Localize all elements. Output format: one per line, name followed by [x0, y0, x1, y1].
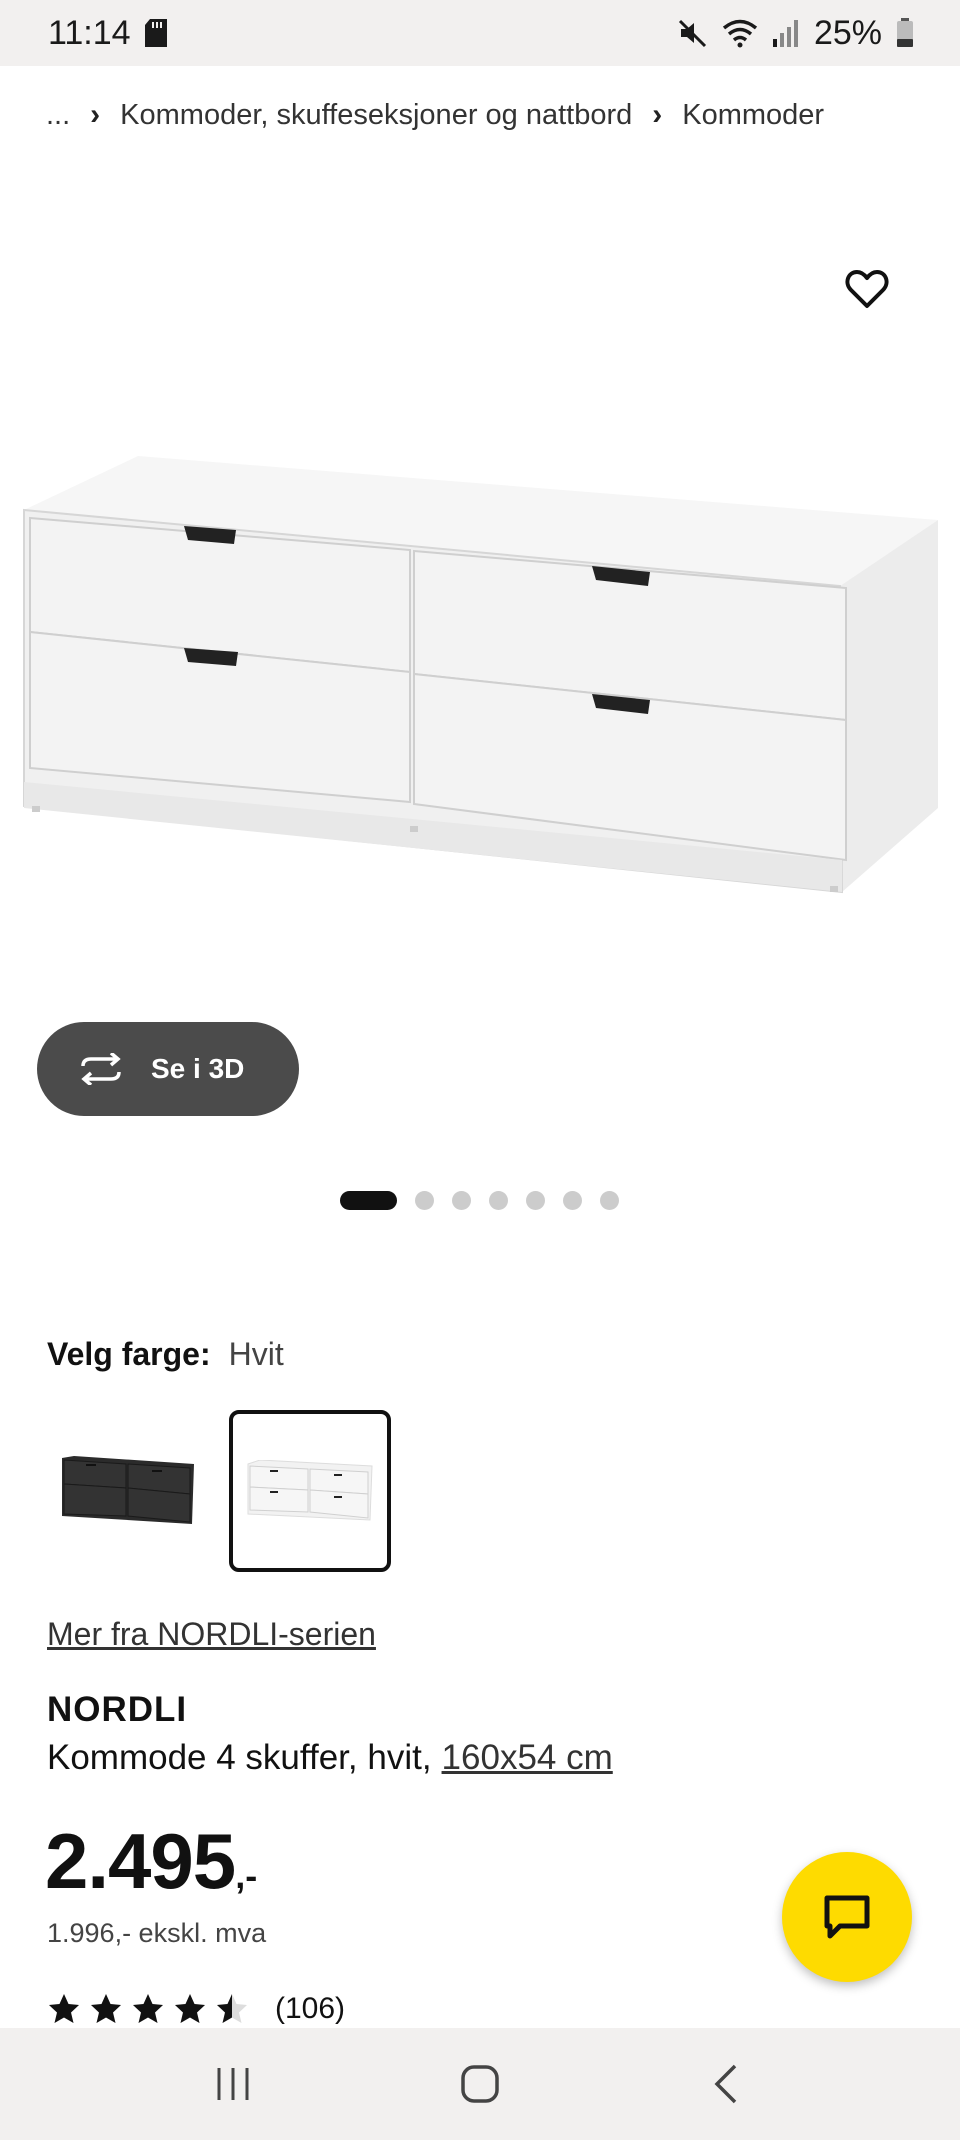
color-picker-heading: Velg farge: Hvit: [47, 1336, 284, 1373]
signal-icon: [772, 19, 800, 47]
view-in-3d-label: Se i 3D: [151, 1053, 245, 1084]
status-bar: 11:14 25%: [0, 0, 960, 66]
carousel-dot[interactable]: [526, 1190, 545, 1210]
breadcrumb-item-kommoder[interactable]: Kommoder: [682, 99, 824, 132]
chat-bubble-icon: [824, 1895, 870, 1939]
carousel-dot-active[interactable]: [340, 1190, 397, 1210]
star-full-icon: [175, 1994, 205, 2023]
product-description: Kommode 4 skuffer, hvit, 160x54 cm: [47, 1738, 613, 1778]
price: 2.495 ,-: [45, 1816, 257, 1907]
carousel-dot[interactable]: [563, 1190, 582, 1210]
heart-outline-icon: [845, 270, 889, 308]
color-option-black[interactable]: [47, 1410, 209, 1572]
mute-icon: [678, 18, 708, 48]
carousel-dot[interactable]: [489, 1190, 508, 1210]
product-name: NORDLI: [47, 1690, 188, 1729]
price-suffix: ,-: [235, 1855, 258, 1896]
star-full-icon: [91, 1994, 121, 2023]
black-dresser-thumbnail: [62, 1456, 194, 1524]
battery-percent: 25%: [813, 13, 882, 52]
home-icon: [461, 2065, 499, 2103]
price-excl-vat: 1.996,- ekskl. mva: [47, 1918, 267, 1948]
star-half-icon: [217, 1994, 247, 2023]
rotate-3d-icon: [81, 1053, 121, 1085]
carousel-dot[interactable]: [415, 1190, 434, 1210]
color-label: Velg farge:: [47, 1336, 211, 1372]
back-button[interactable]: [682, 2039, 772, 2129]
breadcrumb-item-kommoder-category[interactable]: Kommoder, skuffeseksjoner og nattbord: [120, 99, 632, 132]
battery-icon: [896, 18, 914, 48]
product-description-text: Kommode 4 skuffer, hvit,: [47, 1738, 432, 1777]
product-page: 11:14 25% ... › Kommoder, skuffeseksjone…: [0, 0, 960, 2140]
favourite-button[interactable]: [840, 262, 894, 316]
rating-stars: [47, 1992, 249, 2026]
back-icon: [714, 2064, 736, 2104]
sd-card-icon: [144, 19, 167, 47]
breadcrumb: ... › Kommoder, skuffeseksjoner og nattb…: [46, 98, 824, 132]
clock: 11:14: [48, 13, 131, 52]
image-carousel-indicator: [340, 1190, 619, 1210]
carousel-dot[interactable]: [452, 1190, 471, 1210]
system-nav-bar: [0, 2028, 960, 2140]
review-count[interactable]: (106): [275, 1992, 345, 2026]
carousel-dot[interactable]: [600, 1190, 619, 1210]
recent-apps-button[interactable]: [188, 2039, 278, 2129]
recent-apps-icon: [217, 2068, 249, 2100]
chevron-right-icon: ›: [90, 98, 101, 131]
breadcrumb-ellipsis[interactable]: ...: [46, 99, 70, 132]
view-in-3d-button[interactable]: Se i 3D: [37, 1022, 299, 1116]
wifi-icon: [722, 18, 758, 48]
price-main: 2.495: [45, 1817, 236, 1905]
series-link[interactable]: Mer fra NORDLI-serien: [47, 1616, 376, 1653]
color-selected-value: Hvit: [228, 1336, 284, 1372]
rating[interactable]: (106): [47, 1992, 345, 2026]
color-option-white[interactable]: [229, 1410, 391, 1572]
star-full-icon: [133, 1994, 163, 2023]
chat-button[interactable]: [782, 1852, 912, 1982]
star-full-icon: [49, 1994, 79, 2023]
product-image[interactable]: [18, 448, 942, 898]
chevron-right-icon: ›: [652, 98, 663, 131]
size-link[interactable]: 160x54 cm: [442, 1738, 613, 1778]
white-dresser-thumbnail: [247, 1460, 373, 1521]
home-button[interactable]: [435, 2039, 525, 2129]
